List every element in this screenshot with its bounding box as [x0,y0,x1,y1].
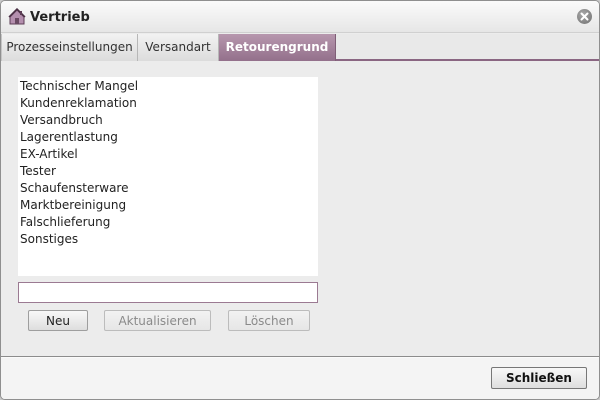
list-item[interactable]: Lagerentlastung [20,129,118,146]
window-title: Vertrieb [30,10,90,25]
list-item[interactable]: Kundenreklamation [20,95,137,112]
vertrieb-app-icon [8,7,26,25]
list-item[interactable]: Sonstiges [20,231,78,248]
list-item[interactable]: Falschlieferung [20,214,110,231]
dialog-footer: Schließen [1,358,599,399]
tab-bar: Prozesseinstellungen Versandart Retouren… [1,34,599,61]
tab-content-retourengrund: Technischer Mangel Kundenreklamation Ver… [1,63,599,356]
tab-versandart[interactable]: Versandart [138,34,219,61]
title-bar[interactable]: Vertrieb [1,1,599,33]
tab-retourengrund[interactable]: Retourengrund [219,34,336,61]
return-reason-list[interactable]: Technischer Mangel Kundenreklamation Ver… [18,77,318,276]
list-item[interactable]: Schaufensterware [20,180,129,197]
list-item[interactable]: Versandbruch [20,112,103,129]
delete-button[interactable]: Löschen [228,310,310,331]
tab-prozesseinstellungen[interactable]: Prozesseinstellungen [1,34,138,61]
close-button[interactable]: Schließen [491,367,587,389]
list-item[interactable]: EX-Artikel [20,146,78,163]
list-item[interactable]: Technischer Mangel [20,78,138,95]
new-button[interactable]: Neu [28,310,88,331]
list-item[interactable]: Marktbereinigung [20,197,126,214]
list-item[interactable]: Tester [20,163,56,180]
update-button[interactable]: Aktualisieren [104,310,211,331]
dialog-window: Vertrieb Prozesseinstellungen Versandart… [0,0,600,400]
reason-name-input[interactable] [18,282,318,303]
close-icon[interactable] [577,9,592,24]
